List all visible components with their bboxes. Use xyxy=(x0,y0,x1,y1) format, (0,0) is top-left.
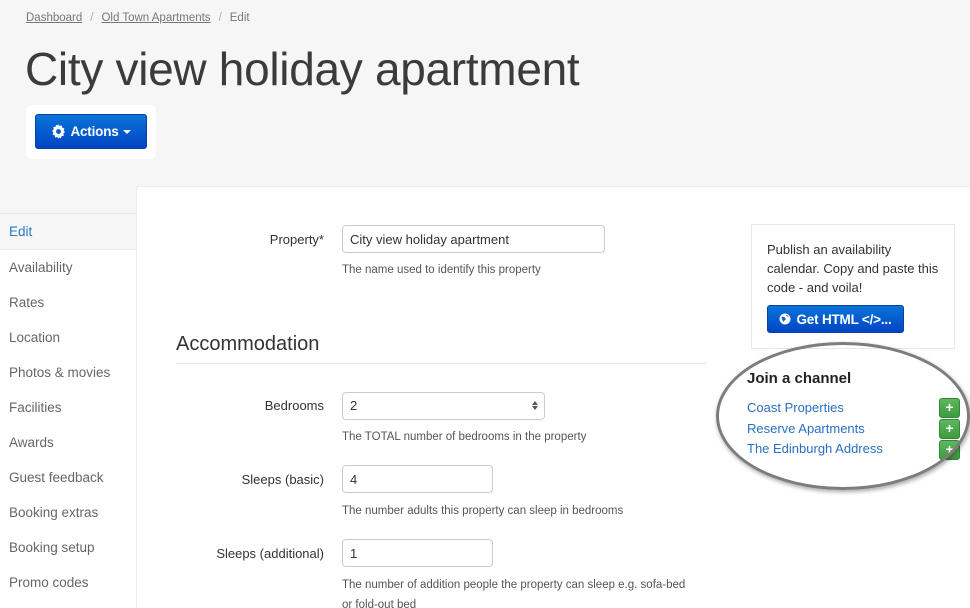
property-label: Property* xyxy=(269,232,324,247)
section-divider xyxy=(176,363,707,364)
sleeps-additional-label: Sleeps (additional) xyxy=(216,546,324,561)
breadcrumb: Dashboard / Old Town Apartments / Edit xyxy=(26,12,250,24)
breadcrumb-separator: / xyxy=(90,12,94,24)
bedrooms-select[interactable]: 2 xyxy=(342,392,545,420)
actions-container: Actions xyxy=(26,105,156,159)
sidebar-item-facilities[interactable]: Facilities xyxy=(0,390,136,425)
plus-icon: + xyxy=(945,441,954,457)
channel-link-reserve-apartments[interactable]: Reserve Apartments xyxy=(747,421,865,436)
channel-item: The Edinburgh Address xyxy=(747,439,883,460)
channel-link-edinburgh-address[interactable]: The Edinburgh Address xyxy=(747,441,883,456)
channel-list: Coast Properties Reserve Apartments The … xyxy=(747,398,883,460)
sidebar-item-availability[interactable]: Availability xyxy=(0,250,136,285)
sidebar-item-photos-movies[interactable]: Photos & movies xyxy=(0,355,136,390)
sidebar-nav: Edit Availability Rates Location Photos … xyxy=(0,213,136,600)
chevron-down-icon xyxy=(122,130,131,134)
page: Dashboard / Old Town Apartments / Edit C… xyxy=(0,0,970,608)
sleeps-additional-help-text: The number of addition people the proper… xyxy=(342,575,685,608)
sidebar-item-guest-feedback[interactable]: Guest feedback xyxy=(0,460,136,495)
property-name-input[interactable] xyxy=(342,225,605,253)
publish-calendar-box: Publish an availability calendar. Copy a… xyxy=(751,224,955,349)
sleeps-basic-input[interactable] xyxy=(342,465,493,493)
breadcrumb-separator: / xyxy=(218,12,222,24)
bedrooms-value: 2 xyxy=(350,398,358,413)
accommodation-heading: Accommodation xyxy=(176,333,320,355)
channel-item: Reserve Apartments xyxy=(747,419,883,440)
sleeps-basic-help-text: The number adults this property can slee… xyxy=(342,505,624,517)
sidebar-item-edit[interactable]: Edit xyxy=(0,213,136,250)
sleeps-basic-label: Sleeps (basic) xyxy=(241,472,324,487)
channel-item: Coast Properties xyxy=(747,398,883,419)
add-channel-button-reserve-apartments[interactable]: + xyxy=(939,419,960,439)
actions-label: Actions xyxy=(70,124,119,139)
sleeps-additional-input[interactable] xyxy=(342,539,493,567)
sidebar-item-location[interactable]: Location xyxy=(0,320,136,355)
help-line-1: The number of addition people the proper… xyxy=(342,579,686,591)
page-title: City view holiday apartment xyxy=(25,43,580,95)
plus-icon: + xyxy=(945,399,954,415)
help-line-2: or fold-out bed xyxy=(342,599,417,608)
sidebar-item-awards[interactable]: Awards xyxy=(0,425,136,460)
add-channel-button-coast-properties[interactable]: + xyxy=(939,398,960,418)
add-channel-button-edinburgh-address[interactable]: + xyxy=(939,440,960,460)
sidebar-item-booking-setup[interactable]: Booking setup xyxy=(0,530,136,565)
breadcrumb-old-town-apartments[interactable]: Old Town Apartments xyxy=(101,12,210,24)
breadcrumb-current: Edit xyxy=(229,12,250,24)
gear-icon xyxy=(51,124,70,139)
property-help-text: The name used to identify this property xyxy=(342,264,541,276)
actions-dropdown-button[interactable]: Actions xyxy=(35,114,147,149)
bedrooms-label: Bedrooms xyxy=(264,398,324,413)
sidebar-item-rates[interactable]: Rates xyxy=(0,285,136,320)
get-html-button[interactable]: Get HTML </>... xyxy=(767,305,904,333)
join-channel-heading: Join a channel xyxy=(747,370,852,387)
globe-icon xyxy=(779,313,796,325)
publish-description: Publish an availability calendar. Copy a… xyxy=(767,242,939,295)
sidebar-item-promo-codes[interactable]: Promo codes xyxy=(0,565,136,600)
sidebar-item-booking-extras[interactable]: Booking extras xyxy=(0,495,136,530)
plus-icon: + xyxy=(945,420,954,436)
select-arrows-icon xyxy=(532,401,538,410)
channel-link-coast-properties[interactable]: Coast Properties xyxy=(747,400,844,415)
bedrooms-help-text: The TOTAL number of bedrooms in the prop… xyxy=(342,431,587,443)
breadcrumb-dashboard[interactable]: Dashboard xyxy=(26,12,82,24)
get-html-label: Get HTML </>... xyxy=(796,311,892,327)
